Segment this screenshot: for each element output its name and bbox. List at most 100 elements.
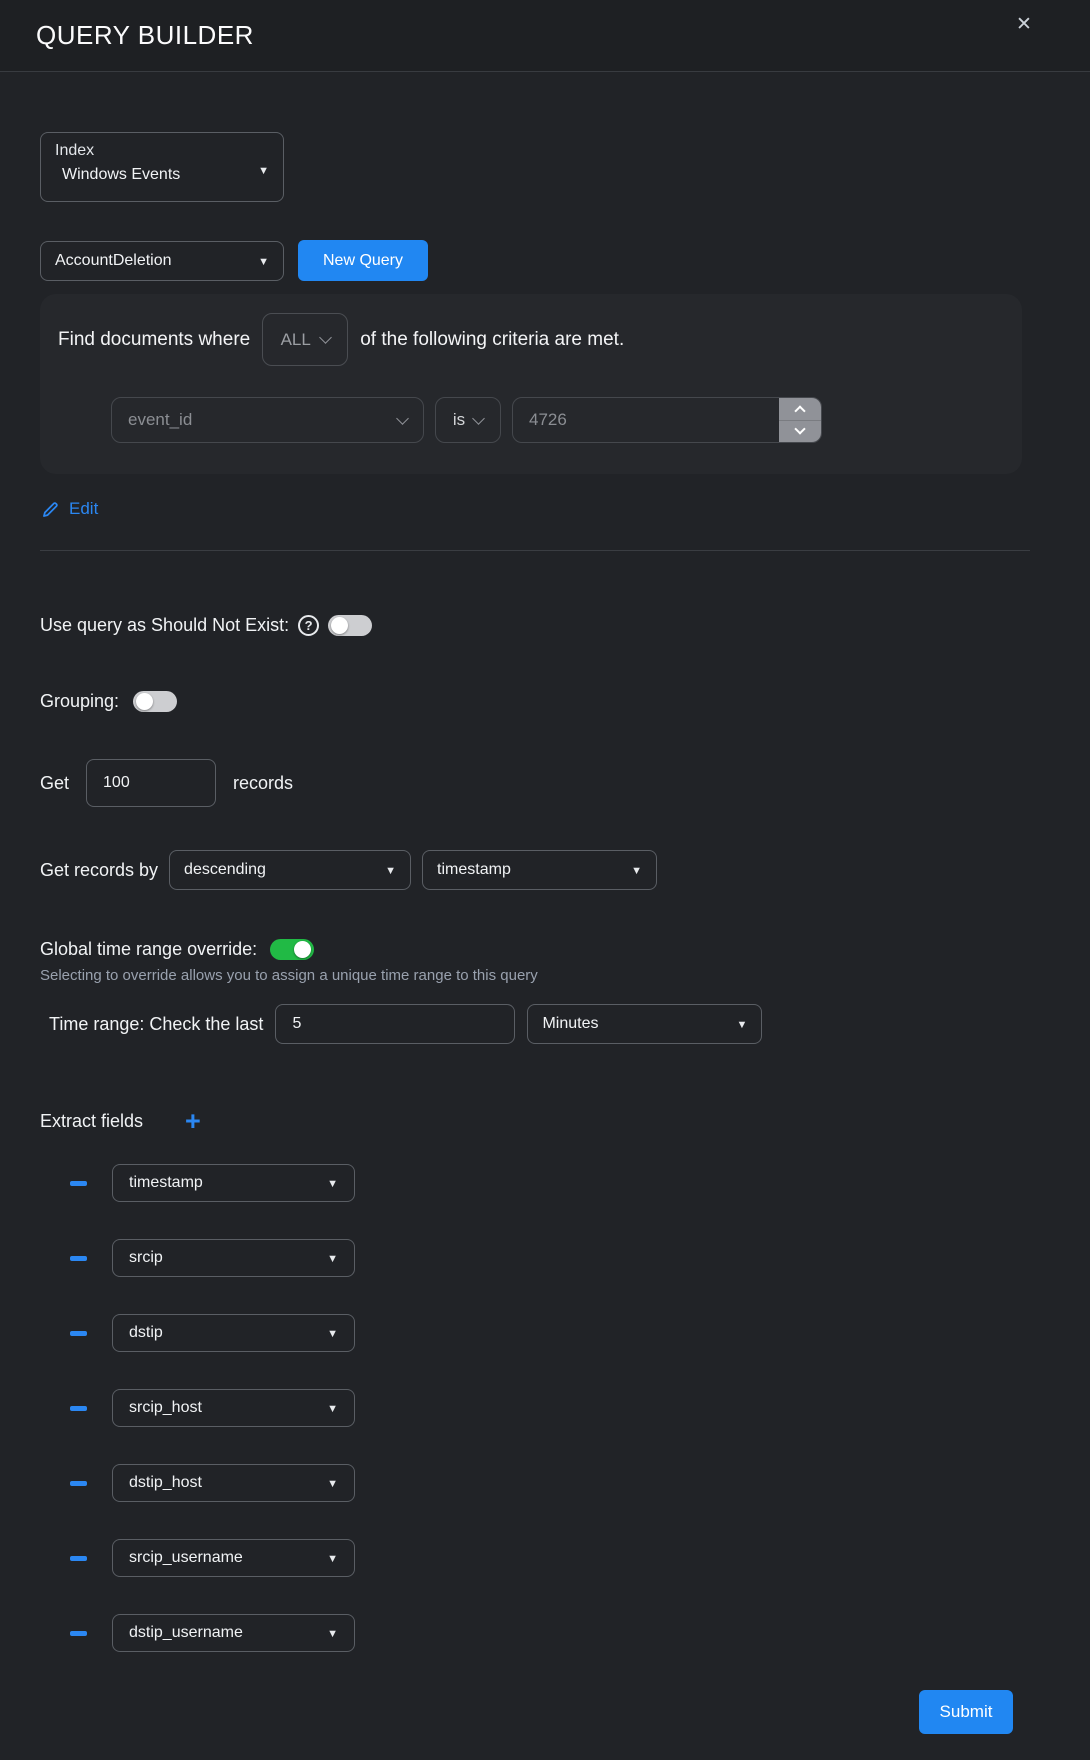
edit-query-link[interactable]: Edit [40, 496, 130, 522]
saved-query-row: AccountDeletion New Query [40, 240, 1050, 281]
extract-field-value: srcip_username [129, 1549, 243, 1567]
extract-fields-list: timestamp srcip dstip [40, 1164, 1050, 1652]
extract-field-dropdown[interactable]: srcip_host [112, 1389, 355, 1427]
spinner-up-button[interactable] [779, 398, 821, 420]
chevron-down-icon [794, 424, 805, 435]
edit-pencil-icon [40, 499, 61, 520]
get-records-by-label: Get records by [40, 860, 158, 881]
grouping-label: Grouping: [40, 691, 119, 712]
extract-field-dropdown[interactable]: timestamp [112, 1164, 355, 1202]
extract-field-row: srcip_host [40, 1389, 1050, 1427]
extract-field-value: dstip [129, 1324, 163, 1342]
criteria-row: event_id is 4726 [111, 397, 1004, 443]
remove-field-minus-icon[interactable] [70, 1181, 87, 1186]
extract-field-value: dstip_host [129, 1474, 202, 1492]
criteria-prefix: Find documents where [58, 329, 250, 351]
extract-field-dropdown[interactable]: srcip_username [112, 1539, 355, 1577]
match-mode-dropdown[interactable]: ALL [262, 313, 348, 366]
global-override-toggle[interactable] [270, 939, 314, 960]
extract-field-row: dstip [40, 1314, 1050, 1352]
criteria-field-dropdown[interactable]: event_id [111, 397, 424, 443]
caret-down-icon [258, 252, 269, 270]
extract-field-row: dstip_host [40, 1464, 1050, 1502]
match-mode-value: ALL [281, 330, 311, 350]
criteria-sentence: Find documents where ALL of the followin… [58, 313, 1004, 366]
help-question-icon[interactable] [298, 615, 319, 636]
spinner-down-button[interactable] [779, 420, 821, 443]
time-range-label: Time range: Check the last [49, 1014, 263, 1035]
chevron-up-icon [794, 405, 805, 416]
should-not-exist-toggle[interactable] [328, 615, 372, 636]
toggle-knob [136, 693, 153, 710]
criteria-value: 4726 [529, 410, 567, 430]
edit-link-label: Edit [69, 499, 98, 519]
sort-order-dropdown[interactable]: descending [169, 850, 411, 890]
caret-down-icon [631, 861, 642, 879]
extract-field-dropdown[interactable]: srcip [112, 1239, 355, 1277]
criteria-operator-value: is [453, 410, 465, 430]
remove-field-minus-icon[interactable] [70, 1481, 87, 1486]
remove-field-minus-icon[interactable] [70, 1406, 87, 1411]
dialog-header: QUERY BUILDER [0, 0, 1090, 72]
criteria-value-input[interactable]: 4726 [512, 397, 822, 443]
sort-field-dropdown[interactable]: timestamp [422, 850, 657, 890]
extract-field-row: srcip [40, 1239, 1050, 1277]
index-dropdown-value: Windows Events [62, 166, 269, 184]
close-icon[interactable] [1010, 10, 1038, 38]
extract-field-dropdown[interactable]: dstip_host [112, 1464, 355, 1502]
section-divider [40, 550, 1030, 551]
grouping-toggle[interactable] [133, 691, 177, 712]
global-override-hint: Selecting to override allows you to assi… [40, 967, 1050, 989]
caret-down-icon [327, 1549, 338, 1567]
number-spinner[interactable] [779, 398, 821, 442]
time-range-unit-dropdown[interactable]: Minutes [527, 1004, 762, 1044]
remove-field-minus-icon[interactable] [70, 1256, 87, 1261]
submit-row: Submit [40, 1690, 1050, 1734]
time-range-value-input[interactable] [275, 1004, 515, 1044]
caret-down-icon [327, 1249, 338, 1267]
sort-row: Get records by descending timestamp [40, 850, 1050, 890]
query-builder-dialog: QUERY BUILDER Index Windows Events Accou… [0, 0, 1090, 1760]
record-count-row: Get records [40, 759, 1050, 807]
extract-field-value: timestamp [129, 1174, 203, 1192]
record-count-input[interactable] [86, 759, 216, 807]
submit-button[interactable]: Submit [919, 1690, 1013, 1734]
criteria-operator-dropdown[interactable]: is [435, 397, 501, 443]
extract-field-row: srcip_username [40, 1539, 1050, 1577]
extract-field-value: srcip [129, 1249, 163, 1267]
criteria-panel: Find documents where ALL of the followin… [40, 294, 1022, 474]
remove-field-minus-icon[interactable] [70, 1556, 87, 1561]
caret-down-icon [327, 1174, 338, 1192]
extract-fields-title: Extract fields [40, 1111, 143, 1132]
add-field-plus-icon[interactable] [185, 1111, 201, 1131]
criteria-field-value: event_id [128, 410, 192, 430]
remove-field-minus-icon[interactable] [70, 1331, 87, 1336]
chevron-down-icon [472, 412, 485, 425]
should-not-exist-label: Use query as Should Not Exist: [40, 615, 289, 636]
index-dropdown[interactable]: Index Windows Events [40, 132, 284, 202]
toggle-knob [331, 617, 348, 634]
remove-field-minus-icon[interactable] [70, 1631, 87, 1636]
caret-down-icon [385, 861, 396, 879]
global-override-label: Global time range override: [40, 939, 257, 960]
saved-query-dropdown[interactable]: AccountDeletion [40, 241, 284, 281]
records-label: records [233, 773, 293, 794]
extract-field-row: timestamp [40, 1164, 1050, 1202]
extract-field-dropdown[interactable]: dstip [112, 1314, 355, 1352]
new-query-button[interactable]: New Query [298, 240, 428, 281]
caret-down-icon [327, 1624, 338, 1642]
criteria-suffix: of the following criteria are met. [360, 329, 624, 351]
caret-down-icon [737, 1015, 748, 1033]
sort-field-value: timestamp [437, 861, 511, 879]
extract-field-dropdown[interactable]: dstip_username [112, 1614, 355, 1652]
toggle-knob [294, 941, 311, 958]
time-range-row: Time range: Check the last Minutes [40, 1004, 1050, 1044]
extract-field-value: srcip_host [129, 1399, 202, 1417]
extract-field-value: dstip_username [129, 1624, 243, 1642]
caret-down-icon [327, 1324, 338, 1342]
global-override-row: Global time range override: [40, 935, 1050, 963]
sort-order-value: descending [184, 861, 266, 879]
caret-down-icon [258, 161, 269, 179]
should-not-exist-row: Use query as Should Not Exist: [40, 611, 1050, 639]
index-dropdown-label: Index [55, 142, 269, 160]
